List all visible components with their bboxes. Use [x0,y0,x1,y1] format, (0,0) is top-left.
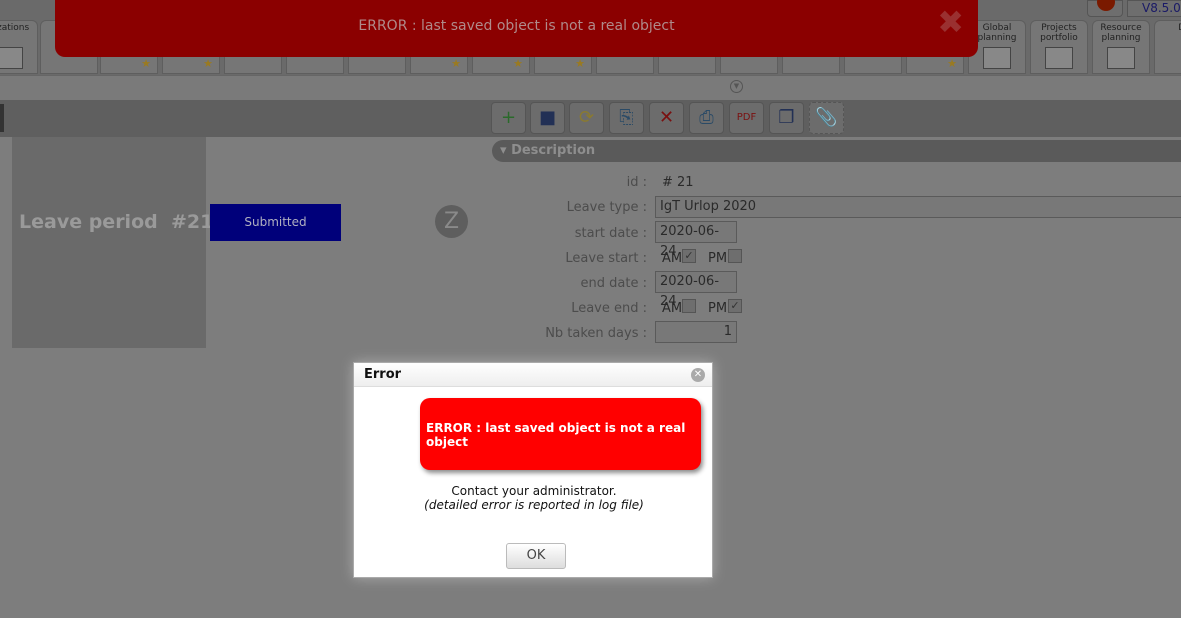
leave-start-pm-label: PM [708,251,728,266]
chevron-down-icon[interactable]: ▼ [730,80,743,93]
tab-label: Resource planning [1100,23,1142,43]
tab-organizations[interactable]: nizations [0,20,38,74]
splitter-handle[interactable] [0,104,4,132]
tab-resource-planning[interactable]: Resource planning [1092,20,1150,74]
tab-di[interactable]: Di [1154,20,1181,74]
dialog-title: Error [354,363,712,387]
delete-button[interactable]: ✕ [649,102,684,134]
menu-collapse-bar [0,75,1181,100]
red-dot-icon [1097,0,1115,11]
start-date-input[interactable]: 2020-06-24 [655,221,737,259]
record-title: Leave period #21 [19,211,214,233]
detail-text: (detailed error is reported in log file) [424,498,644,512]
section-description-header[interactable]: ▾ Description [492,140,1181,162]
record-header-panel [12,137,206,348]
star-icon: ★ [203,57,213,70]
multi-update-button[interactable]: ❐ [769,102,804,134]
close-icon[interactable]: ✕ [691,368,705,382]
star-icon: ★ [513,57,523,70]
leave-end-label: Leave end : [571,301,647,316]
version-label: V8.5.0 [1127,0,1181,17]
gantt-gear-icon [1045,47,1073,69]
section-title: Description [511,143,596,158]
refresh-button[interactable]: ⟳ [569,102,604,134]
close-icon[interactable]: ✖ [937,0,964,48]
nb-taken-days-input[interactable]: 1 [655,321,737,343]
status-badge: Submitted [210,204,341,241]
leave-end-am-checkbox[interactable] [682,299,696,313]
ok-button[interactable]: OK [506,543,566,569]
leave-end-am-label: AM [662,301,683,316]
gantt-user-icon [1107,47,1135,69]
start-date-label: start date : [574,226,647,241]
new-button[interactable]: + [491,102,526,134]
leave-start-am-label: AM [662,251,683,266]
contact-text: Contact your administrator. [451,484,617,498]
leave-end-pm-label: PM [708,301,728,316]
leave-start-label: Leave start : [565,251,647,266]
end-date-input[interactable]: 2020-06-24 [655,271,737,309]
error-message-box: ERROR : last saved object is not a real … [420,398,701,470]
dialog-message: Contact your administrator. (detailed er… [354,484,714,512]
star-icon: ★ [947,57,957,70]
error-dialog: Error ✕ ERROR : last saved object is not… [353,362,713,578]
save-button[interactable]: ■ [530,102,565,134]
tab-projects-portfolio[interactable]: Projects portfolio [1030,20,1088,74]
leave-type-select[interactable]: IgT Urlop 2020 [655,196,1181,218]
print-button[interactable]: ⎙ [689,102,724,134]
end-date-label: end date : [580,276,647,291]
leave-start-pm-checkbox[interactable] [728,249,742,263]
id-label: id : [626,175,647,190]
leave-end-pm-checkbox[interactable]: ✓ [728,299,742,313]
pdf-button[interactable]: PDF [729,102,764,134]
tab-label: Global planning [977,23,1017,43]
copy-button[interactable]: ⎘ [609,102,644,134]
leave-start-am-checkbox[interactable]: ✓ [682,249,696,263]
error-toast: ERROR : last saved object is not a real … [55,0,978,57]
toast-message: ERROR : last saved object is not a real … [358,18,675,34]
status-button[interactable] [1087,0,1123,17]
id-value: # 21 [662,175,694,190]
star-icon: ★ [575,57,585,70]
tab-label: Projects portfolio [1040,23,1078,43]
star-icon: ★ [141,57,151,70]
attachment-button[interactable]: 📎 [809,102,844,134]
star-icon: ★ [451,57,461,70]
tab-label: nizations [0,23,30,33]
nb-taken-days-label: Nb taken days : [545,326,647,341]
leave-type-label: Leave type : [566,200,647,215]
gantt-icon [983,47,1011,69]
org-chart-icon [0,47,23,69]
